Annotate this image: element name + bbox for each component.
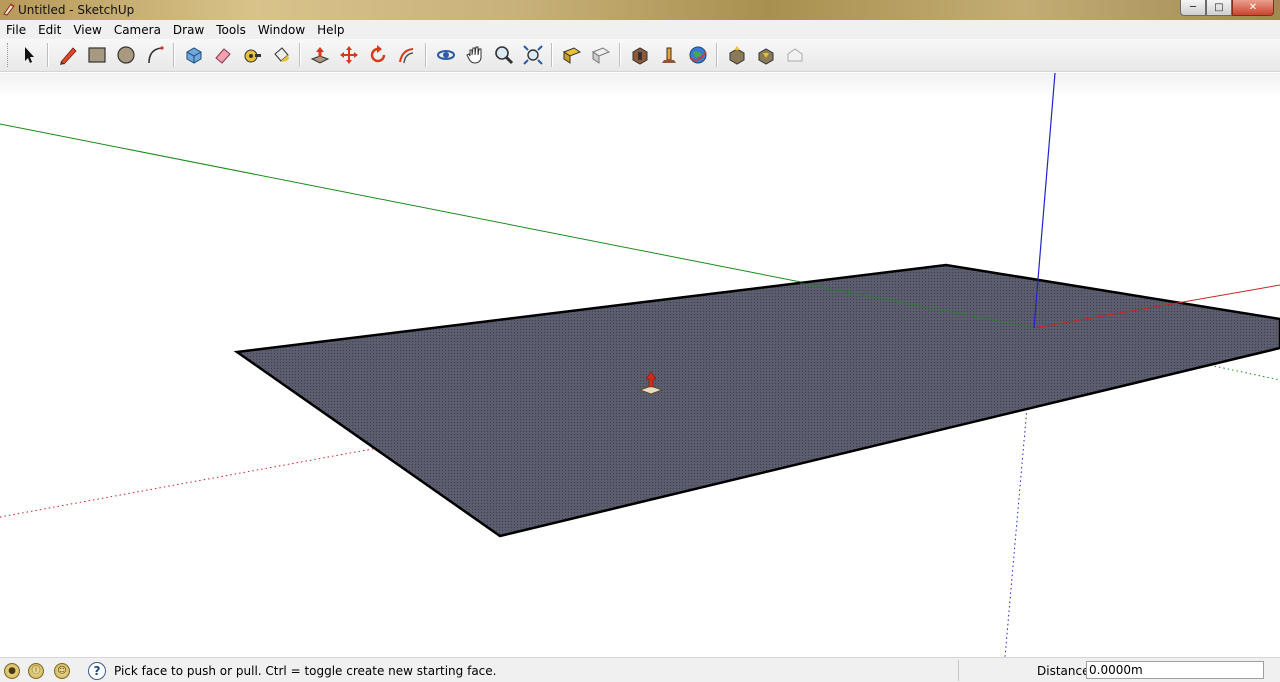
push-pull-icon	[310, 47, 329, 64]
status-divider	[958, 660, 959, 681]
toolbar-separator	[173, 43, 175, 67]
add-location-icon	[562, 47, 581, 64]
tape-measure-button[interactable]	[239, 42, 265, 68]
paint-bucket-icon	[273, 47, 289, 62]
menu-bar: File Edit View Camera Draw Tools Window …	[0, 20, 1280, 39]
model-viewport[interactable]	[0, 73, 1280, 657]
title-bar: Untitled - SketchUp ─ □ ✕	[0, 0, 1280, 20]
sketchup-app-icon	[3, 3, 15, 16]
rectangle-icon	[87, 47, 106, 63]
share-model-button[interactable]	[656, 42, 682, 68]
menu-edit[interactable]: Edit	[32, 23, 67, 37]
toolbar-separator	[551, 43, 553, 67]
zoom-tool-button[interactable]	[491, 42, 517, 68]
menu-file[interactable]: File	[0, 23, 32, 37]
share-component-button[interactable]	[753, 42, 779, 68]
measurements-label: Distance	[1037, 664, 1090, 678]
toolbar-separator	[299, 43, 301, 67]
move-tool-button[interactable]	[336, 42, 362, 68]
eraser-tool-button[interactable]	[210, 42, 236, 68]
google-earth-icon	[689, 46, 707, 64]
measurements-input[interactable]: 0.0000m	[1086, 661, 1264, 679]
zoom-extents-icon	[522, 45, 543, 65]
share-model-icon	[661, 47, 676, 63]
rectangle-tool-button[interactable]	[84, 42, 110, 68]
google-earth-button[interactable]	[685, 42, 711, 68]
pan-tool-button[interactable]	[462, 42, 488, 68]
get-components-button[interactable]	[724, 42, 750, 68]
zoom-icon	[494, 46, 513, 65]
toolbar-separator	[619, 43, 621, 67]
arc-tool-button[interactable]	[142, 42, 168, 68]
toolbar-separator	[47, 43, 49, 67]
move-icon	[339, 46, 358, 64]
toolbar-separator	[716, 43, 718, 67]
user-account-icon[interactable]: ☺	[54, 663, 70, 679]
follow-me-button[interactable]	[394, 42, 420, 68]
push-pull-button[interactable]	[307, 42, 333, 68]
close-button[interactable]: ✕	[1232, 0, 1274, 16]
toolbar	[0, 39, 1280, 72]
toolbar-separator	[425, 43, 427, 67]
get-models-icon	[632, 47, 647, 65]
menu-view[interactable]: View	[67, 23, 107, 37]
maximize-button[interactable]: □	[1206, 0, 1232, 16]
warehouse-button[interactable]	[782, 42, 808, 68]
geo-location-icon[interactable]: ●	[4, 663, 20, 679]
zoom-extents-button[interactable]	[520, 42, 546, 68]
menu-window[interactable]: Window	[252, 23, 311, 37]
menu-help[interactable]: Help	[311, 23, 350, 37]
minimize-button[interactable]: ─	[1180, 0, 1206, 16]
rectangle-face[interactable]	[233, 263, 1280, 538]
rotate-tool-button[interactable]	[365, 42, 391, 68]
paint-bucket-button[interactable]	[268, 42, 294, 68]
circle-tool-button[interactable]	[113, 42, 139, 68]
share-component-icon	[758, 48, 773, 65]
toolbar-grip[interactable]	[7, 43, 11, 67]
select-icon	[24, 47, 34, 63]
status-bar: ● ⓘ ☺ ? Pick face to push or pull. Ctrl …	[0, 657, 1280, 682]
pan-icon	[465, 46, 481, 64]
menu-tools[interactable]: Tools	[210, 23, 252, 37]
follow-me-icon	[398, 48, 413, 64]
eraser-icon	[214, 48, 231, 64]
arc-icon	[147, 46, 164, 64]
rotate-icon	[370, 45, 385, 63]
circle-icon	[116, 46, 135, 64]
make-component-button[interactable]	[181, 42, 207, 68]
status-message: Pick face to push or pull. Ctrl = toggle…	[114, 664, 497, 678]
menu-camera[interactable]: Camera	[108, 23, 167, 37]
orbit-icon	[436, 50, 455, 60]
instructor-help-icon[interactable]: ?	[88, 662, 106, 680]
orbit-tool-button[interactable]	[433, 42, 459, 68]
warehouse-icon	[787, 48, 802, 62]
scene-canvas	[0, 73, 1280, 657]
toggle-terrain-icon	[591, 47, 610, 64]
toggle-terrain-button[interactable]	[588, 42, 614, 68]
add-location-button[interactable]	[559, 42, 585, 68]
make-component-icon	[186, 47, 201, 64]
tape-measure-icon	[244, 49, 261, 63]
menu-draw[interactable]: Draw	[167, 23, 210, 37]
get-models-button[interactable]	[627, 42, 653, 68]
get-components-icon	[729, 46, 744, 65]
pencil-tool-button[interactable]	[55, 42, 81, 68]
pencil-icon	[59, 47, 77, 65]
credits-icon[interactable]: ⓘ	[28, 663, 44, 679]
window-title: Untitled - SketchUp	[18, 3, 135, 17]
select-tool-button[interactable]	[16, 42, 42, 68]
